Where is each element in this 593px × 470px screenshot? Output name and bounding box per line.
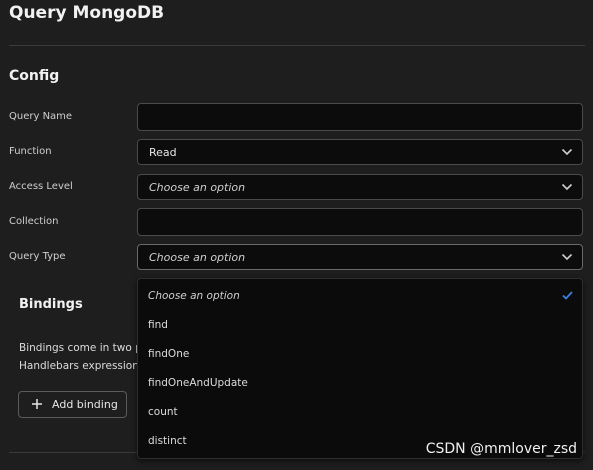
plus-icon [32, 399, 42, 409]
config-section-title: Config [9, 68, 60, 84]
menu-option-findone[interactable]: findOne [148, 348, 189, 360]
query-type-select[interactable]: Choose an option [137, 244, 583, 270]
query-name-input[interactable] [137, 103, 583, 131]
function-select[interactable]: Read [137, 139, 583, 165]
menu-option-findoneandupdate[interactable]: findOneAndUpdate [148, 377, 248, 389]
bindings-description-line-2: Handlebars expression [19, 360, 139, 372]
chevron-down-icon [561, 148, 573, 156]
access-level-placeholder: Choose an option [149, 181, 246, 194]
menu-option-find[interactable]: find [148, 319, 168, 331]
checkmark-icon [562, 291, 573, 300]
function-label: Function [9, 146, 52, 157]
menu-option-choose[interactable]: Choose an option [148, 290, 240, 302]
menu-option-distinct[interactable]: distinct [148, 435, 187, 447]
function-select-value: Read [149, 146, 177, 159]
add-binding-label: Add binding [52, 398, 118, 411]
header-divider [9, 45, 585, 46]
query-type-dropdown-menu: Choose an option find findOne findOneAnd… [137, 278, 583, 459]
access-level-select[interactable]: Choose an option [137, 174, 583, 200]
bindings-description-line-1: Bindings come in two p [19, 342, 142, 354]
chevron-down-icon [561, 253, 573, 261]
query-type-placeholder: Choose an option [149, 251, 246, 264]
add-binding-button[interactable]: Add binding [18, 391, 127, 418]
page-title: Query MongoDB [9, 3, 165, 23]
collection-input[interactable] [137, 208, 583, 236]
menu-option-count[interactable]: count [148, 406, 178, 418]
collection-label: Collection [9, 216, 59, 227]
query-type-label: Query Type [9, 251, 66, 262]
access-level-label: Access Level [9, 181, 73, 192]
query-name-label: Query Name [9, 111, 73, 122]
bindings-title: Bindings [19, 297, 83, 312]
chevron-down-icon [561, 183, 573, 191]
watermark-text: CSDN @mmlover_zsd [425, 441, 577, 457]
